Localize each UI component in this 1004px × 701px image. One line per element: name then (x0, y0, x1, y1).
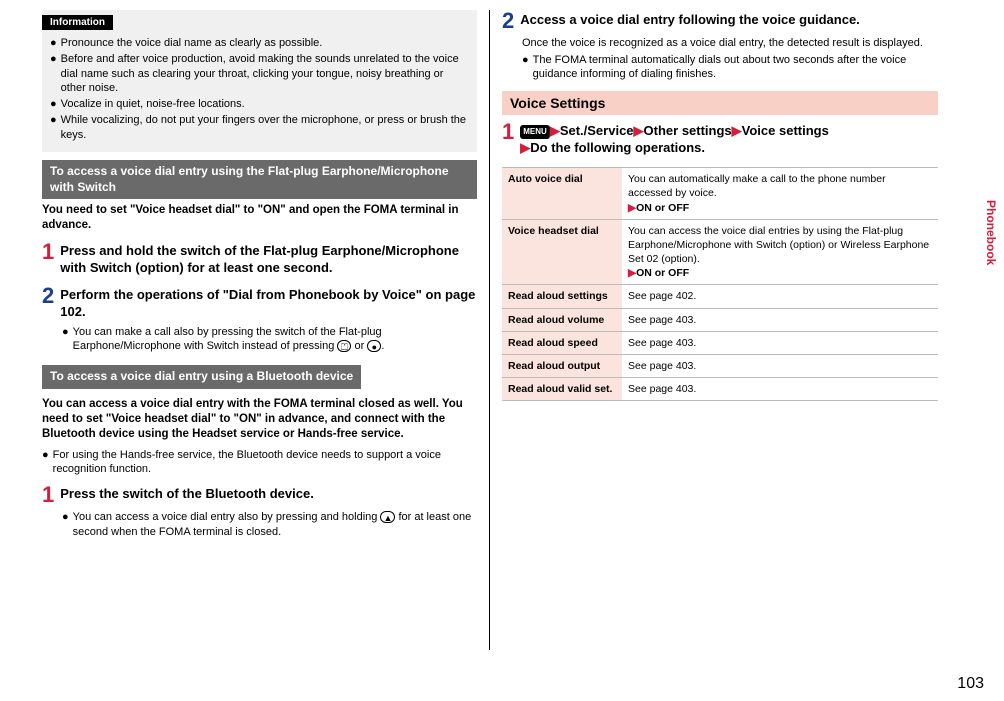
step-number: 1 (42, 241, 54, 277)
info-text: Before and after voice production, avoid… (61, 52, 469, 95)
bullet-icon: ● (50, 113, 57, 142)
triangle-icon: ▶ (634, 123, 644, 138)
intro-text: You need to set "Voice headset dial" to … (42, 203, 477, 233)
nav-segment: Other settings (644, 123, 732, 138)
step-body: ● You can access a voice dial entry also… (62, 510, 477, 539)
text-part: You can make a call also by pressing the… (73, 326, 382, 352)
information-label: Information (42, 15, 113, 30)
side-tab: Phonebook (984, 200, 998, 265)
step-body-text: You can make a call also by pressing the… (73, 325, 477, 354)
menu-key-icon: MENU (520, 125, 550, 139)
step-title: Press and hold the switch of the Flat-pl… (60, 241, 477, 277)
step-title: Press the switch of the Bluetooth device… (60, 484, 314, 506)
section-header: Voice Settings (502, 91, 938, 115)
step-title: Access a voice dial entry following the … (520, 10, 860, 32)
step-number: 2 (502, 10, 514, 32)
information-box: Information ● Pronounce the voice dial na… (42, 10, 477, 152)
setting-label: Read aloud settings (502, 285, 622, 308)
step-number: 1 (502, 121, 514, 157)
setting-desc: See page 403. (622, 308, 938, 331)
step-body: Once the voice is recognized as a voice … (522, 36, 938, 81)
step-1: 1 MENU▶Set./Service▶Other settings▶Voice… (502, 121, 938, 157)
option-text: ON or OFF (636, 267, 689, 279)
table-row: Read aloud speed See page 403. (502, 331, 938, 354)
step-2: 2 Perform the operations of "Dial from P… (42, 285, 477, 321)
triangle-icon: ▶ (732, 123, 742, 138)
left-column: Information ● Pronounce the voice dial na… (30, 10, 490, 650)
info-text: While vocalizing, do not put your finger… (61, 113, 469, 142)
triangle-icon: ▶ (550, 123, 560, 138)
intro-text: You can access a voice dial entry with t… (42, 397, 477, 442)
info-item: ● Vocalize in quiet, noise-free locations… (50, 97, 469, 111)
bullet-icon: ● (50, 52, 57, 95)
bullet-icon: ● (42, 448, 49, 477)
nav-segment: Voice settings (742, 123, 829, 138)
note-item: ●For using the Hands-free service, the B… (42, 448, 477, 477)
bullet-icon: ● (62, 325, 69, 354)
setting-desc: See page 403. (622, 331, 938, 354)
step-title: Perform the operations of "Dial from Pho… (60, 285, 477, 321)
setting-label: Read aloud speed (502, 331, 622, 354)
step-2: 2 Access a voice dial entry following th… (502, 10, 938, 32)
setting-label: Voice headset dial (502, 219, 622, 285)
triangle-icon: ▶ (628, 202, 636, 214)
subsection-header: To access a voice dial entry using a Blu… (42, 365, 361, 389)
desc-text: You can automatically make a call to the… (628, 173, 886, 199)
table-row: Read aloud volume See page 403. (502, 308, 938, 331)
setting-desc: You can automatically make a call to the… (622, 168, 938, 220)
setting-desc: See page 403. (622, 378, 938, 401)
settings-table: Auto voice dial You can automatically ma… (502, 167, 938, 401)
body-line: Once the voice is recognized as a voice … (522, 36, 938, 51)
body-line: The FOMA terminal automatically dials ou… (533, 53, 938, 82)
nav-segment: Set./Service (560, 123, 634, 138)
setting-label: Read aloud output (502, 354, 622, 377)
step-1: 1 Press the switch of the Bluetooth devi… (42, 484, 477, 506)
bullet-icon: ● (522, 53, 529, 82)
info-text: Pronounce the voice dial name as clearly… (61, 36, 323, 50)
text-part: or (354, 340, 367, 352)
note-text: For using the Hands-free service, the Bl… (53, 448, 477, 477)
step-1: 1 Press and hold the switch of the Flat-… (42, 241, 477, 277)
nav-path: MENU▶Set./Service▶Other settings▶Voice s… (520, 121, 829, 157)
step-number: 2 (42, 285, 54, 321)
page-number: 103 (957, 675, 984, 693)
nav-segment: Do the following operations. (530, 140, 705, 155)
up-key-icon: ▲ (380, 511, 395, 523)
dial-key-icon: ⏍ (337, 340, 351, 352)
setting-label: Read aloud volume (502, 308, 622, 331)
triangle-icon: ▶ (520, 140, 530, 155)
bullet-icon: ● (62, 510, 69, 539)
setting-label: Auto voice dial (502, 168, 622, 220)
table-row: Read aloud settings See page 402. (502, 285, 938, 308)
setting-desc: See page 403. (622, 354, 938, 377)
table-row: Auto voice dial You can automatically ma… (502, 168, 938, 220)
bullet-icon: ● (50, 97, 57, 111)
step-body: ● You can make a call also by pressing t… (62, 325, 477, 354)
info-item: ●Before and after voice production, avoi… (50, 52, 469, 95)
table-row: Voice headset dial You can access the vo… (502, 219, 938, 285)
option-text: ON or OFF (636, 202, 689, 214)
setting-desc: See page 402. (622, 285, 938, 308)
bullet-icon: ● (50, 36, 57, 50)
step-body-text: You can access a voice dial entry also b… (73, 510, 477, 539)
setting-desc: You can access the voice dial entries by… (622, 219, 938, 285)
setting-label: Read aloud valid set. (502, 378, 622, 401)
info-item: ● Pronounce the voice dial name as clearl… (50, 36, 469, 50)
info-item: ●While vocalizing, do not put your finge… (50, 113, 469, 142)
text-part: You can access a voice dial entry also b… (73, 511, 381, 523)
right-column: 2 Access a voice dial entry following th… (490, 10, 950, 650)
triangle-icon: ▶ (628, 267, 636, 279)
step-number: 1 (42, 484, 54, 506)
table-row: Read aloud valid set. See page 403. (502, 378, 938, 401)
desc-text: You can access the voice dial entries by… (628, 225, 929, 265)
table-row: Read aloud output See page 403. (502, 354, 938, 377)
info-text: Vocalize in quiet, noise-free locations. (61, 97, 245, 111)
subsection-header: To access a voice dial entry using the F… (42, 160, 477, 199)
center-key-icon: ● (367, 340, 381, 352)
